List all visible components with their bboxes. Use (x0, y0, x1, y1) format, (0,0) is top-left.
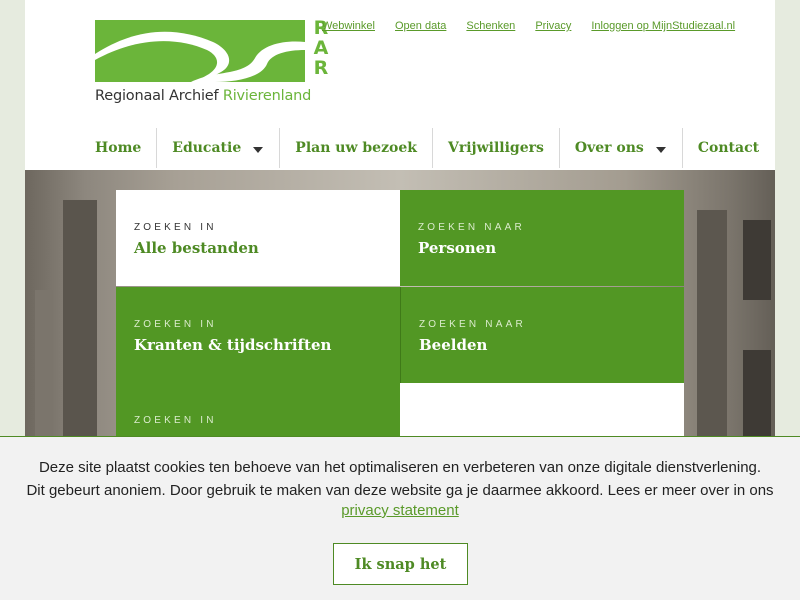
top-links: Webwinkel Open data Schenken Privacy Inl… (322, 20, 735, 32)
nav-label: Contact (697, 140, 760, 156)
link-schenken[interactable]: Schenken (466, 20, 515, 32)
tile-kicker: ZOEKEN NAAR (418, 222, 525, 233)
tile-alle-bestanden[interactable]: ZOEKEN IN Alle bestanden (116, 190, 400, 286)
nav-item-home[interactable]: Home (95, 128, 158, 168)
logo-mark (95, 20, 305, 82)
main-nav: Home Educatie Plan uw bezoek Vrijwillige… (95, 128, 774, 170)
tile-kicker: ZOEKEN NAAR (419, 319, 526, 330)
link-login[interactable]: Inloggen op MijnStudiezaal.nl (591, 20, 735, 32)
nav-item-contact[interactable]: Contact (683, 128, 774, 168)
tile-title: Kranten & tijdschriften (134, 336, 332, 354)
tile-kicker: ZOEKEN IN (134, 415, 217, 426)
nav-label: Educatie (172, 140, 242, 156)
nav-item-over-ons[interactable]: Over ons (560, 128, 683, 168)
tile-title: Personen (418, 239, 497, 257)
nav-label: Plan uw bezoek (295, 140, 417, 156)
cookie-text-line-1: Deze site plaatst cookies ten behoeve va… (38, 459, 762, 476)
link-privacy[interactable]: Privacy (535, 20, 571, 32)
hero-window (743, 220, 771, 300)
tile-kicker: ZOEKEN IN (134, 222, 217, 233)
privacy-statement-link[interactable]: privacy statement (341, 502, 459, 519)
caret-down-icon (655, 146, 666, 153)
tile-kranten-tijdschriften[interactable]: ZOEKEN IN Kranten & tijdschriften (116, 287, 400, 383)
tile-personen[interactable]: ZOEKEN NAAR Personen (400, 190, 684, 286)
tile-title: Beelden (419, 336, 488, 354)
logo-wordmark: Regionaal Archief Rivierenland (95, 88, 312, 104)
nav-item-vrijwilligers[interactable]: Vrijwilligers (433, 128, 560, 168)
logo[interactable]: R A R Regionaal Archief Rivierenland (95, 18, 330, 108)
tile-kicker: ZOEKEN IN (134, 319, 217, 330)
link-open-data[interactable]: Open data (395, 20, 446, 32)
nav-label: Home (95, 140, 142, 156)
tile-beelden[interactable]: ZOEKEN NAAR Beelden (400, 287, 684, 383)
caret-down-icon (253, 146, 264, 153)
cookie-accept-button[interactable]: Ik snap het (333, 543, 468, 585)
cookie-banner: Deze site plaatst cookies ten behoeve va… (0, 436, 800, 600)
nav-label: Over ons (574, 140, 644, 156)
nav-item-plan-uw-bezoek[interactable]: Plan uw bezoek (280, 128, 433, 168)
nav-item-educatie[interactable]: Educatie (157, 128, 281, 168)
cookie-text-line-2: Dit gebeurt anoniem. Door gebruik te mak… (26, 482, 774, 499)
hero-window (743, 350, 771, 440)
link-webwinkel[interactable]: Webwinkel (322, 20, 375, 32)
nav-label: Vrijwilligers (447, 140, 544, 156)
tile-title: Alle bestanden (134, 239, 259, 257)
